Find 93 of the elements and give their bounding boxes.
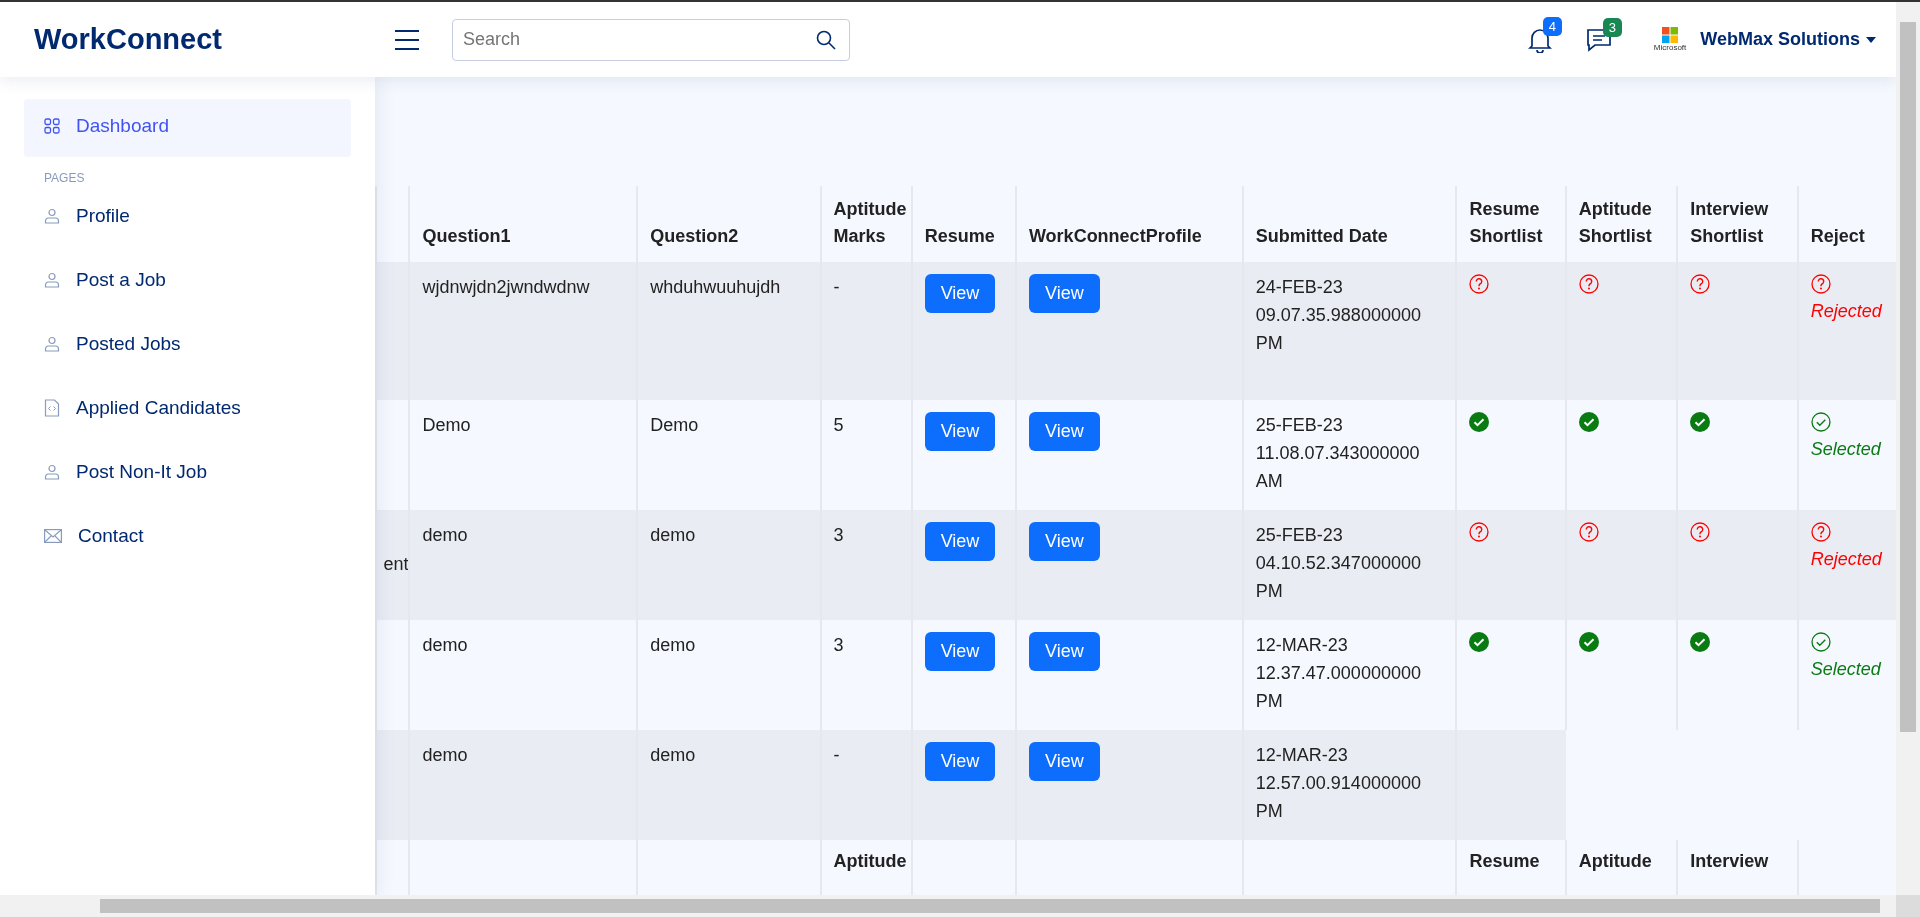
table-cell: whduhwuuhujdh <box>650 277 781 297</box>
column-header: Question2 <box>650 226 739 246</box>
table-cell: demo <box>650 525 696 545</box>
table-cell: demo <box>650 745 696 765</box>
column-header: Question1 <box>422 226 511 246</box>
question-icon[interactable] <box>1810 274 1831 294</box>
sidebar-item[interactable]: Profile <box>24 189 351 247</box>
table-cell: Demo <box>422 415 471 435</box>
person-icon <box>44 464 60 480</box>
question-icon[interactable] <box>1469 522 1490 542</box>
table-cell: - <box>833 745 840 765</box>
table-cell: demo <box>422 745 468 765</box>
column-header: Aptitude Shortlist <box>1578 199 1652 246</box>
sidebar-item[interactable]: Contact <box>24 509 351 567</box>
view-profile-button[interactable]: View <box>1028 742 1100 781</box>
person-icon <box>44 272 60 288</box>
message-count: 3 <box>1602 17 1622 37</box>
question-icon[interactable] <box>1578 274 1599 294</box>
scrollbar-corner <box>1896 895 1920 917</box>
view-resume-button[interactable]: View <box>924 742 996 781</box>
person-icon <box>44 336 60 352</box>
status-label: Rejected <box>1810 548 1882 571</box>
question-icon[interactable] <box>1578 522 1599 542</box>
check-circle-icon[interactable] <box>1810 412 1831 432</box>
column-header: Interview <box>1690 851 1769 871</box>
question-icon[interactable] <box>1690 522 1711 542</box>
column-header: Reject <box>1810 226 1865 246</box>
file-icon <box>44 399 60 417</box>
logo-caption: Microsoft <box>1653 43 1687 52</box>
company-menu[interactable]: WebMax Solutions <box>1700 29 1876 50</box>
column-header: Resume <box>924 226 995 246</box>
table-cell: 12-MAR-23 12.57.00.914000000 PM <box>1255 745 1421 821</box>
table-cell: demo <box>650 635 696 655</box>
table-cell: 25-FEB-23 11.08.07.343000000 AM <box>1255 415 1420 491</box>
column-header: Aptitude <box>1578 851 1652 871</box>
check-circle-icon[interactable] <box>1810 632 1831 652</box>
table-cell: demo <box>422 635 468 655</box>
check-icon[interactable] <box>1690 412 1711 432</box>
check-icon[interactable] <box>1690 632 1711 652</box>
view-resume-button[interactable]: View <box>924 412 996 451</box>
sidebar-item[interactable]: Dashboard <box>24 99 351 157</box>
table-cell: 12-MAR-23 12.37.47.000000000 PM <box>1255 635 1421 711</box>
table-cell: 25-FEB-23 04.10.52.347000000 PM <box>1255 525 1421 601</box>
view-resume-button[interactable]: View <box>924 522 996 561</box>
status-label: Selected <box>1810 438 1881 461</box>
column-header: Aptitude Marks <box>833 199 907 246</box>
search-icon[interactable] <box>816 29 836 50</box>
section-heading: PAGES <box>43 170 86 187</box>
check-icon[interactable] <box>1578 632 1599 652</box>
question-icon[interactable] <box>1690 274 1711 294</box>
table-cell: wjdnwjdn2jwndwdnw <box>422 277 590 297</box>
status-label: Selected <box>1810 658 1881 681</box>
sidebar-item[interactable]: Applied Candidates <box>24 381 351 439</box>
view-profile-button[interactable]: View <box>1028 522 1100 561</box>
table-cell: 24-FEB-23 09.07.35.988000000 PM <box>1255 277 1421 353</box>
view-profile-button[interactable]: View <box>1028 274 1100 313</box>
table-cell: 3 <box>833 525 844 545</box>
view-profile-button[interactable]: View <box>1028 632 1100 671</box>
company-logo-icon <box>1662 27 1679 43</box>
column-header: Interview Shortlist <box>1690 199 1769 246</box>
table-cell-text: ent <box>383 553 409 577</box>
person-icon <box>44 208 60 224</box>
column-header: Resume Shortlist <box>1469 199 1543 246</box>
table-cell: 3 <box>833 635 844 655</box>
table-cell: - <box>833 277 840 297</box>
horizontal-scrollbar[interactable] <box>0 895 1896 917</box>
check-icon[interactable] <box>1578 412 1599 432</box>
column-header: Aptitude <box>833 851 907 871</box>
view-resume-button[interactable]: View <box>924 632 996 671</box>
table-cell: Demo <box>650 415 699 435</box>
view-resume-button[interactable]: View <box>924 274 996 313</box>
table-cell: demo <box>422 525 468 545</box>
sidebar-item[interactable]: Posted Jobs <box>24 317 351 375</box>
vertical-scrollbar[interactable] <box>1896 2 1920 895</box>
column-header: Submitted Date <box>1255 226 1388 246</box>
sidebar-item[interactable]: Post Non-It Job <box>24 445 351 503</box>
column-header: Resume <box>1469 851 1540 871</box>
table-cell: 5 <box>833 415 844 435</box>
search-field[interactable]: Search <box>452 18 850 61</box>
menu-icon[interactable] <box>394 28 420 51</box>
mail-icon <box>44 529 62 543</box>
check-icon[interactable] <box>1469 632 1490 652</box>
question-icon[interactable] <box>1810 522 1831 542</box>
notification-count: 4 <box>1542 16 1562 36</box>
question-icon[interactable] <box>1469 274 1490 294</box>
sidebar-item[interactable]: Post a Job <box>24 253 351 311</box>
column-header: WorkConnectProfile <box>1028 226 1202 246</box>
logo[interactable]: WorkConnect <box>34 23 394 56</box>
caret-icon <box>1866 36 1876 43</box>
check-icon[interactable] <box>1469 412 1490 432</box>
status-label: Rejected <box>1810 300 1882 323</box>
view-profile-button[interactable]: View <box>1028 412 1100 451</box>
grid-icon <box>44 118 60 134</box>
